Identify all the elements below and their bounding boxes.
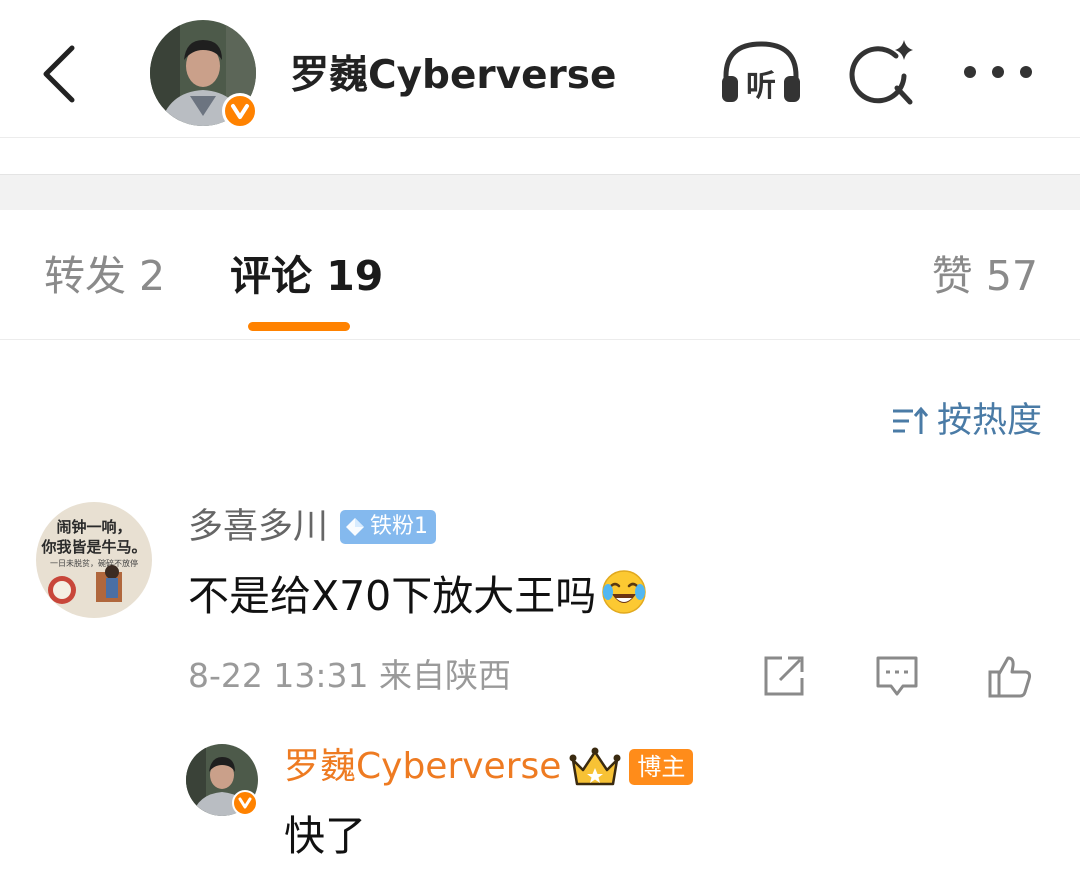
comment-tabs: 转发 2 评论 19 赞 57 (0, 210, 1080, 340)
comment-author-row: 多喜多川 铁粉1 (188, 502, 437, 552)
comment-avatar[interactable]: 闹钟一响， 你我皆是牛马。 一日未脱贫，碗碎不放停 (36, 502, 152, 618)
back-button[interactable] (34, 40, 86, 108)
reply-author-row: 罗巍Cyberverse 博主 (284, 740, 694, 794)
sort-by-hot-button[interactable]: 按热度 (891, 396, 1042, 446)
reply-author-name[interactable]: 罗巍Cyberverse (284, 740, 561, 794)
comment-location: 来自陕西 (379, 656, 511, 695)
section-divider (0, 174, 1080, 210)
crown-icon (569, 747, 621, 786)
search-sparkle-icon (849, 40, 913, 105)
page-title: 罗巍Cyberverse (290, 53, 617, 98)
comment-author-name[interactable]: 多喜多川 (188, 502, 328, 552)
avatar-text-line3: 一日未脱贫，碗碎不放停 (50, 558, 138, 568)
listen-button[interactable]: 听 (718, 36, 804, 110)
fan-badge-text: 铁粉1 (370, 514, 429, 539)
thumbs-up-icon (988, 656, 1032, 698)
reply-text: 快了 (284, 812, 366, 860)
more-button[interactable] (960, 50, 1036, 94)
avatar-text-line2: 你我皆是牛马。 (40, 538, 146, 556)
host-badge: 博主 (629, 749, 694, 785)
more-dots-icon (964, 66, 1032, 78)
comment-text: 不是给X70下放大王吗 (188, 572, 597, 620)
listen-label: 听 (746, 69, 776, 104)
sort-hot-icon (892, 406, 929, 434)
top-nav-bar: 罗巍Cyberverse 听 (0, 0, 1080, 138)
headphones-listen-icon: 听 (722, 41, 800, 104)
comment-timestamp: 8-22 13:31 (188, 656, 369, 695)
chevron-left-icon (43, 45, 75, 103)
host-badge-text: 博主 (637, 753, 686, 781)
share-icon (764, 656, 804, 696)
avatar-text-line1: 闹钟一响， (56, 518, 131, 536)
fan-level-badge: 铁粉1 (340, 510, 437, 544)
diamond-icon (346, 518, 365, 536)
tab-comment[interactable]: 评论 19 (230, 248, 383, 304)
verified-badge-icon (232, 790, 258, 816)
tab-repost[interactable]: 转发 2 (44, 248, 165, 304)
sort-label: 按热度 (936, 401, 1042, 441)
verified-badge-icon (222, 93, 258, 129)
active-tab-indicator (248, 322, 350, 331)
laugh-cry-emoji-icon (602, 570, 647, 614)
share-button[interactable] (760, 652, 808, 700)
comment-body: 不是给X70下放大王吗 (188, 564, 648, 620)
reply-comment-icon (876, 656, 918, 696)
comment-meta: 8-22 13:31 来自陕西 (188, 652, 511, 700)
reply-comment-button[interactable] (873, 652, 921, 700)
tab-like[interactable]: 赞 57 (932, 248, 1038, 304)
like-button[interactable] (986, 652, 1034, 700)
search-button[interactable] (846, 36, 918, 110)
